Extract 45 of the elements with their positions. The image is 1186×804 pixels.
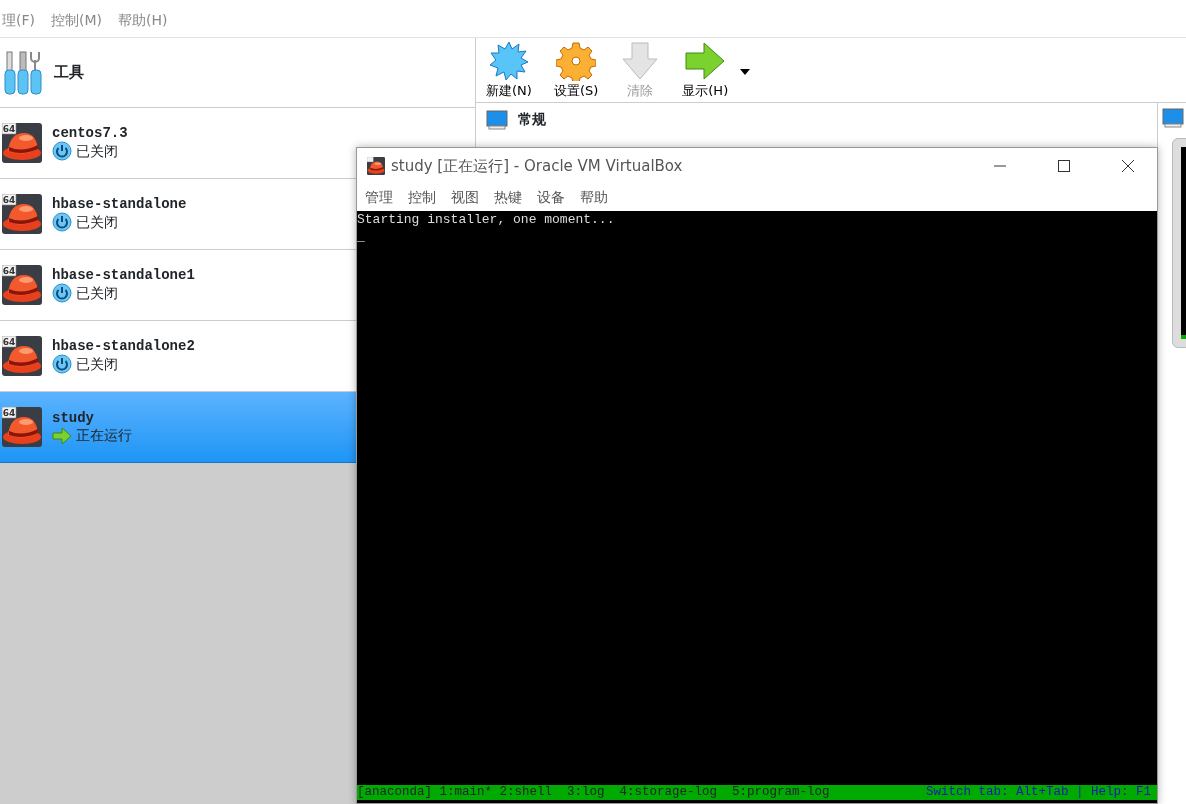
console-line: Starting installer, one moment... [357, 211, 616, 228]
down-arrow-icon [620, 40, 661, 81]
menu-item[interactable]: 帮助(H) [118, 12, 168, 28]
vm-state-text: 已关闭 [76, 284, 118, 302]
right-arrow-icon [684, 40, 727, 81]
vm-state-text: 已关闭 [76, 142, 118, 160]
section-title: 常规 [518, 110, 546, 129]
toolbar-button[interactable]: 显示(H) [682, 40, 729, 100]
menu-item[interactable]: 管理 [365, 187, 393, 208]
console-tabs: [anaconda] 1:main* 2:shell 3:log 4:storage-log 5:program-log [357, 785, 830, 800]
monitor-icon [1162, 107, 1184, 128]
new-icon [488, 40, 529, 81]
tools-label[interactable]: 工具 [54, 61, 84, 84]
gear-icon [556, 40, 597, 81]
maximize-icon[interactable] [1057, 160, 1071, 172]
os-icon: 64 [2, 336, 42, 376]
vm-list-item[interactable]: 64 study 正在运行 [0, 392, 356, 463]
vm-state-text: 已关闭 [76, 213, 118, 231]
menu-item[interactable]: 热键 [494, 187, 522, 208]
menu-item[interactable]: 控制(M) [51, 12, 102, 28]
menu-item[interactable]: 视图 [451, 187, 479, 208]
toolbar-button[interactable]: 新建(N) [486, 40, 532, 100]
menu-item[interactable]: 设备 [537, 187, 565, 208]
menu-item[interactable]: 帮助 [580, 187, 608, 208]
console-help: Switch tab: Alt+Tab | Help: F1 [925, 785, 1151, 800]
tools-icon [4, 49, 42, 96]
os-icon [367, 154, 385, 178]
os-icon: 64 [2, 407, 42, 447]
window-title: study [正在运行] - Oracle VM VirtualBox [391, 155, 684, 177]
vm-name: hbase-standalone [52, 196, 187, 212]
console-line: _ [357, 228, 366, 245]
vm-name: hbase-standalone2 [52, 338, 195, 354]
os-icon: 64 [2, 123, 42, 163]
menu-item[interactable]: 理(F) [2, 12, 35, 28]
vm-state-text: 正在运行 [76, 426, 132, 444]
menu-item[interactable]: 控制 [408, 187, 436, 208]
close-icon[interactable] [1121, 160, 1135, 172]
vm-name: centos7.3 [52, 125, 128, 141]
vm-name: study [52, 409, 95, 426]
os-icon: 64 [2, 265, 42, 305]
os-icon: 64 [2, 194, 42, 234]
monitor-icon [486, 109, 508, 130]
vm-state-text: 已关闭 [76, 355, 118, 373]
vm-name: hbase-standalone1 [52, 267, 195, 283]
toolbar-button[interactable]: 设置(S) [553, 40, 599, 100]
